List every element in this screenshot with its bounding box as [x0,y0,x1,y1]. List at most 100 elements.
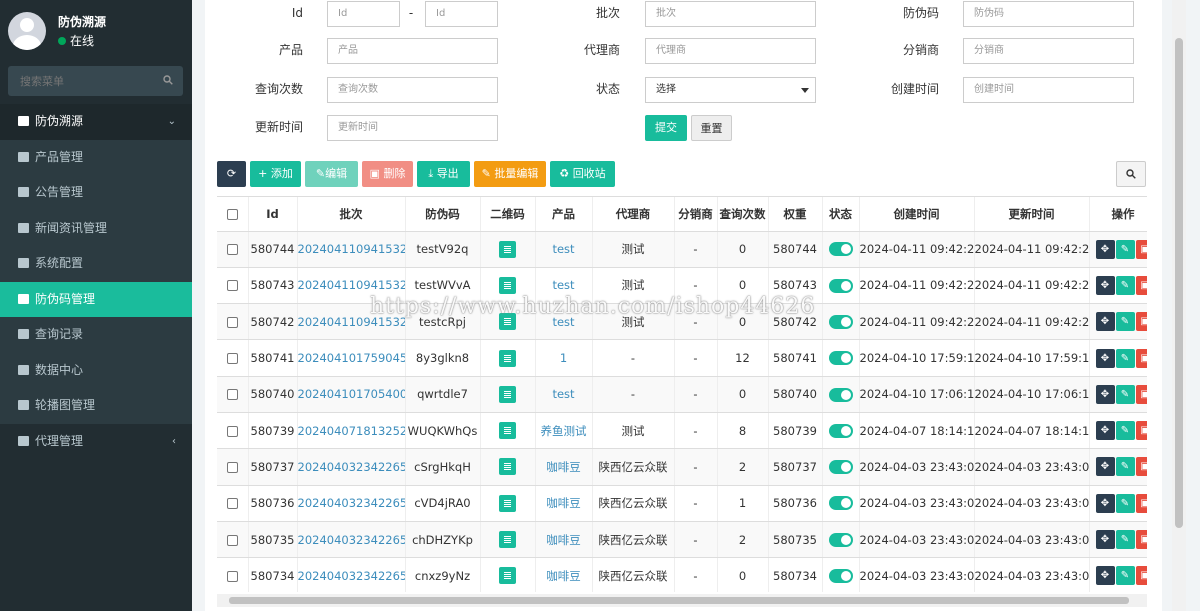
cell-product-link[interactable]: 咖啡豆 [535,448,593,486]
edit-row-icon[interactable]: ✎ [1115,566,1135,586]
reset-button[interactable]: 重置 [691,115,732,141]
status-toggle[interactable] [828,496,853,511]
edit-row-icon[interactable]: ✎ [1115,457,1135,477]
sidebar-item-data-center[interactable]: 数据中心 [0,353,192,389]
th-created[interactable]: 创建时间 [859,197,975,232]
th-status[interactable]: 状态 [822,197,860,232]
vertical-scrollbar[interactable] [1172,0,1186,611]
delete-row-icon[interactable]: ▣ [1135,384,1147,404]
refresh-button[interactable]: ⟳ [217,161,246,187]
sidebar-item-config[interactable]: 系统配置 [0,246,192,282]
qrcode-icon[interactable] [499,458,516,476]
sidebar-group-anticounterfeit[interactable]: 防伪溯源 ⌄ [0,104,192,140]
qrcode-icon[interactable] [499,422,516,440]
sidebar-item-query-log[interactable]: 查询记录 [0,317,192,353]
th-query-count[interactable]: 查询次数 [717,197,769,232]
cell-batch-link[interactable]: 202404071813252 [297,412,406,450]
agent-input[interactable]: 代理商 [645,38,816,64]
cell-batch-link[interactable]: 202404032342265 [297,521,406,559]
drag-move-icon[interactable]: ✥ [1095,275,1115,295]
th-code[interactable]: 防伪码 [405,197,481,232]
sidebar-item-product[interactable]: 产品管理 [0,140,192,176]
th-weight[interactable]: 权重 [768,197,823,232]
product-input[interactable]: 产品 [327,38,498,64]
cell-batch-link[interactable]: 202404101705400 [297,376,406,413]
created-input[interactable]: 创建时间 [963,77,1134,103]
menu-search-input[interactable] [8,66,148,96]
status-toggle[interactable] [828,532,853,547]
submit-button[interactable]: 提交 [645,115,687,141]
th-product[interactable]: 产品 [535,197,593,232]
cell-product-link[interactable]: 咖啡豆 [535,557,593,592]
delete-row-icon[interactable]: ▣ [1135,457,1147,477]
batch-edit-button[interactable]: ✎ 批量编辑 [474,161,546,187]
row-checkbox[interactable] [226,570,238,582]
edit-row-icon[interactable]: ✎ [1115,493,1135,513]
cell-batch-link[interactable]: 202404110941532 [297,267,406,305]
distributor-input[interactable]: 分销商 [963,38,1134,64]
drag-move-icon[interactable]: ✥ [1095,384,1115,404]
cell-product-link[interactable]: test [535,231,593,268]
edit-row-icon[interactable]: ✎ [1115,384,1135,404]
add-button[interactable]: + 添加 [250,161,301,187]
batch-input[interactable]: 批次 [645,1,816,27]
th-agent[interactable]: 代理商 [592,197,675,232]
select-all-checkbox[interactable] [226,208,238,220]
cell-batch-link[interactable]: 202404032342265 [297,557,406,592]
drag-move-icon[interactable]: ✥ [1095,348,1115,368]
delete-row-icon[interactable]: ▣ [1135,312,1147,332]
qrcode-icon[interactable] [499,240,516,258]
status-toggle[interactable] [828,460,853,475]
code-input[interactable]: 防伪码 [963,1,1134,27]
qrcode-icon[interactable] [499,276,516,294]
row-checkbox[interactable] [226,498,238,510]
status-toggle[interactable] [828,569,853,584]
cell-product-link[interactable]: test [535,376,593,413]
qrcode-icon[interactable] [499,531,516,549]
drag-move-icon[interactable]: ✥ [1095,566,1115,586]
delete-row-icon[interactable]: ▣ [1135,493,1147,513]
sidebar-item-code[interactable]: 防伪码管理 [0,281,192,317]
edit-row-icon[interactable]: ✎ [1115,275,1135,295]
sidebar-item-notice[interactable]: 公告管理 [0,175,192,211]
delete-button[interactable]: ▣ 删除 [362,161,413,187]
status-toggle[interactable] [828,423,853,438]
row-checkbox[interactable] [226,461,238,473]
id-to-input[interactable]: Id [425,1,498,27]
sidebar-item-news[interactable]: 新闻资讯管理 [0,211,192,247]
edit-row-icon[interactable]: ✎ [1115,239,1135,259]
cell-product-link[interactable]: test [535,267,593,305]
status-toggle[interactable] [828,314,853,329]
cell-batch-link[interactable]: 202404032342265 [297,485,406,522]
delete-row-icon[interactable]: ▣ [1135,530,1147,550]
th-distributor[interactable]: 分销商 [674,197,718,232]
edit-row-icon[interactable]: ✎ [1115,348,1135,368]
row-checkbox[interactable] [226,280,238,292]
query-count-input[interactable]: 查询次数 [327,77,498,103]
th-id[interactable]: Id [248,197,298,232]
export-button[interactable]: ⤓ 导出 [417,161,470,187]
drag-move-icon[interactable]: ✥ [1095,457,1115,477]
th-updated[interactable]: 更新时间 [974,197,1090,232]
edit-row-icon[interactable]: ✎ [1115,530,1135,550]
delete-row-icon[interactable]: ▣ [1135,566,1147,586]
status-toggle[interactable] [828,278,853,293]
cell-product-link[interactable]: test [535,303,593,341]
row-checkbox[interactable] [226,534,238,546]
edit-row-icon[interactable]: ✎ [1115,421,1135,441]
horizontal-scrollbar[interactable] [217,594,1147,607]
recycle-bin-button[interactable]: ♻ 回收站 [550,161,615,187]
edit-row-icon[interactable]: ✎ [1115,312,1135,332]
edit-button[interactable]: ✎编辑 [305,161,358,187]
updated-input[interactable]: 更新时间 [327,115,498,141]
delete-row-icon[interactable]: ▣ [1135,275,1147,295]
drag-move-icon[interactable]: ✥ [1095,421,1115,441]
cell-batch-link[interactable]: 202404110941532 [297,303,406,341]
drag-move-icon[interactable]: ✥ [1095,530,1115,550]
row-checkbox[interactable] [226,316,238,328]
drag-move-icon[interactable]: ✥ [1095,493,1115,513]
row-checkbox[interactable] [226,389,238,401]
sidebar-item-carousel[interactable]: 轮播图管理 [0,388,192,424]
cell-product-link[interactable]: 咖啡豆 [535,485,593,522]
id-from-input[interactable]: Id [327,1,400,27]
